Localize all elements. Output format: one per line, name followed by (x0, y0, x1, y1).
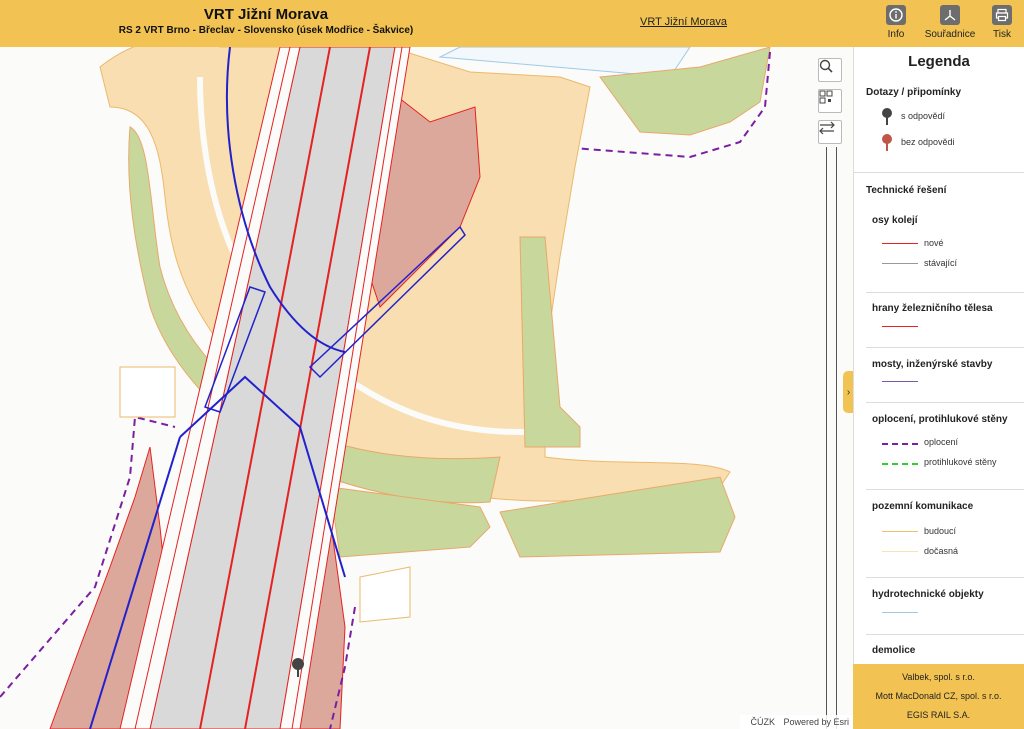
coordinates-button[interactable]: Souřadnice (923, 5, 977, 43)
company-name: EGIS RAIL S.A. (906, 710, 971, 720)
app-title: VRT Jižní Morava (203, 6, 329, 23)
legend-group-title: oplocení, protihlukové stěny (872, 414, 1008, 425)
divider (866, 347, 1024, 348)
coordinates-icon (940, 5, 960, 25)
divider (854, 172, 1024, 173)
search-icon (819, 59, 833, 73)
legend-group-title: mosty, inženýrské stavby (872, 359, 993, 370)
app-header: VRT Jižní Morava RS 2 VRT Brno - Břeclav… (0, 0, 1024, 47)
map-attribution: ČÚZK Powered by Esri (740, 715, 853, 729)
map-drawing (0, 47, 771, 729)
info-icon (886, 5, 906, 25)
divider (866, 577, 1024, 578)
land-plot (119, 366, 176, 418)
coordinates-button-label: Souřadnice (924, 29, 976, 40)
swatch-road-temporary (882, 551, 918, 552)
swatch-rail-edge (882, 326, 918, 327)
legend-item-label: nové (924, 238, 944, 248)
comment-pin-answered[interactable] (291, 657, 305, 677)
swatch-road-future (882, 531, 918, 532)
legend-group-title: demolice (872, 645, 916, 656)
app-subtitle: RS 2 VRT Brno - Břeclav - Slovensko (úse… (118, 25, 414, 36)
project-link[interactable]: VRT Jižní Morava (640, 16, 727, 28)
company-name: Mott MacDonald CZ, spol. s r.o. (875, 691, 1002, 701)
legend-group-title: osy kolejí (872, 215, 918, 226)
answered-label: s odpovědí (901, 111, 946, 121)
measure-icon (819, 121, 835, 135)
info-button-label: Info (887, 29, 905, 40)
print-button[interactable]: Tisk (977, 5, 1024, 43)
legend-title: Legenda (908, 53, 970, 70)
divider (866, 634, 1024, 635)
comments-heading: Dotazy / připomínky (866, 87, 962, 98)
swatch-bridges (882, 381, 918, 382)
swatch-hydro (882, 612, 918, 613)
map-boundary-line (826, 147, 827, 729)
swatch-fence (882, 443, 918, 445)
search-button[interactable] (818, 58, 842, 82)
esri-attribution[interactable]: Powered by Esri (783, 717, 849, 727)
legend-item-label: dočasná (924, 546, 959, 556)
legend-item-label: oplocení (924, 437, 959, 447)
measure-button[interactable] (818, 120, 842, 144)
legend-group-title: pozemní komunikace (872, 501, 974, 512)
legend-item-label: budoucí (924, 526, 957, 536)
legend-group-title: hrany železničního tělesa (872, 303, 993, 314)
divider (866, 402, 1024, 403)
legend-item-label: stávající (924, 258, 958, 268)
divider (866, 489, 1024, 490)
legend-item-label: protihlukové stěny (924, 457, 997, 467)
land-plot (359, 566, 411, 623)
print-icon (992, 5, 1012, 25)
map-boundary-line (836, 147, 837, 729)
chevron-right-icon: › (846, 386, 851, 398)
technical-heading: Technické řešení (866, 185, 947, 196)
swatch-track-existing (882, 263, 918, 264)
answered-pin-icon (882, 108, 892, 125)
cuzk-attribution[interactable]: ČÚZK (750, 717, 775, 727)
legend-panel: Legenda Dotazy / připomínky s odpovědí b… (853, 47, 1024, 664)
legend-group-title: hydrotechnické objekty (872, 589, 984, 600)
qr-code-button[interactable] (818, 89, 842, 113)
info-button[interactable]: Info (871, 5, 921, 43)
unanswered-pin-icon (882, 134, 892, 151)
qr-code-icon (819, 90, 833, 104)
swatch-noise-wall (882, 463, 918, 465)
map-canvas[interactable]: ČÚZK Powered by Esri (0, 47, 853, 729)
divider (866, 292, 1024, 293)
print-button-label: Tisk (993, 29, 1011, 40)
company-footer: Valbek, spol. s r.o. Mott MacDonald CZ, … (853, 664, 1024, 729)
swatch-track-new (882, 243, 918, 244)
company-name: Valbek, spol. s r.o. (902, 672, 975, 682)
unanswered-label: bez odpovědi (901, 137, 955, 147)
